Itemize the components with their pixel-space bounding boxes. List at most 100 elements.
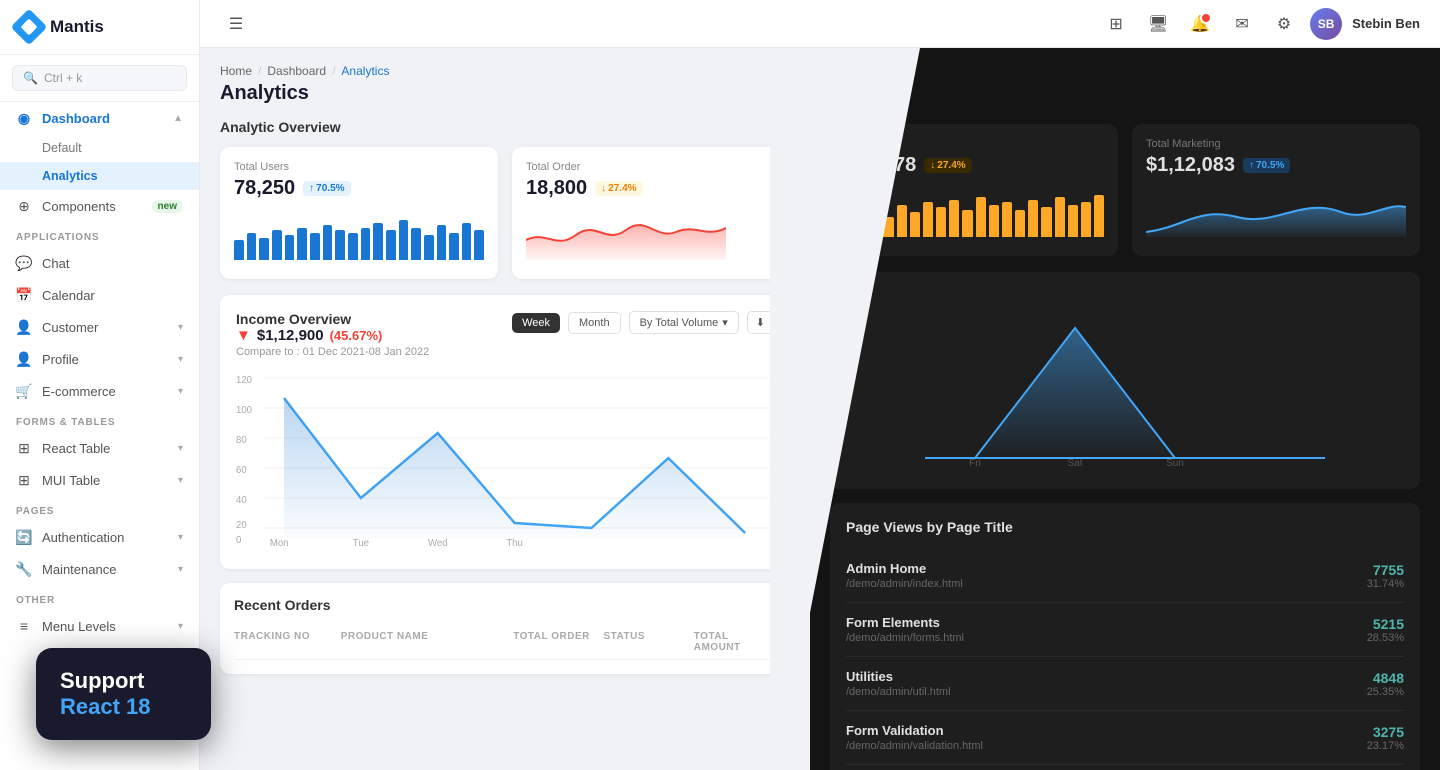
dark-stats-grid: Total Sales $35,078 ↓ 27.4% [830, 124, 1420, 256]
total-order-badge: ↓ 27.4% [595, 181, 642, 196]
sidebar-item-react-table[interactable]: ⊞ React Table ▾ [0, 432, 199, 464]
mail-icon[interactable]: ✉ [1226, 8, 1258, 40]
sales-arrow-down: ↓ [930, 160, 935, 171]
svg-text:40: 40 [236, 495, 247, 506]
pv-path-0: /demo/admin/index.html [846, 578, 963, 590]
sidebar-sub-analytics[interactable]: Analytics [0, 162, 199, 190]
income-compare: Compare to : 01 Dec 2021-08 Jan 2022 [236, 346, 429, 358]
sidebar-sub-default[interactable]: Default [0, 134, 199, 162]
avatar[interactable]: SB [1310, 8, 1342, 40]
sidebar-item-maintenance[interactable]: 🔧 Maintenance ▾ [0, 553, 199, 585]
total-users-badge: ↑ 70.5% [303, 181, 350, 196]
income-title: Income Overview [236, 311, 429, 327]
pv-left-1: Form Elements /demo/admin/forms.html [846, 615, 964, 644]
pv-name-3: Form Validation [846, 723, 983, 738]
mui-table-label: MUI Table [42, 473, 168, 488]
react-table-label: React Table [42, 441, 168, 456]
sidebar-item-profile[interactable]: 👤 Profile ▾ [0, 343, 199, 375]
support-title: Support [60, 668, 187, 694]
content-area: Home / Dashboard / Analytics Analytics A… [200, 48, 1440, 770]
arrow-down-icon: ↓ [601, 183, 606, 194]
volume-button[interactable]: By Total Volume ▾ [629, 311, 739, 334]
total-marketing-value: $1,12,083 [1146, 154, 1235, 177]
pv-count-3: 3275 [1367, 724, 1404, 740]
total-sales-badge: ↓ 27.4% [924, 158, 971, 173]
volume-label: By Total Volume [640, 317, 719, 329]
grid-icon[interactable]: ⊞ [1100, 8, 1132, 40]
breadcrumb-sep-2: / [332, 64, 335, 78]
auth-icon: 🔄 [16, 529, 32, 545]
col-total-amount: Total Amount [694, 631, 776, 653]
pv-percent-0: 31.74% [1367, 578, 1404, 590]
calendar-label: Calendar [42, 288, 183, 303]
sidebar-item-dashboard[interactable]: ◉ Dashboard ▲ [0, 102, 199, 134]
chevron-down-icon-5: ▾ [178, 475, 183, 486]
total-users-value: 78,250 [234, 177, 295, 200]
pv-count-0: 7755 [1367, 562, 1404, 578]
chat-icon: 💬 [16, 255, 32, 271]
sidebar-item-calendar[interactable]: 📅 Calendar [0, 279, 199, 311]
sidebar-item-ecommerce[interactable]: 🛒 E-commerce ▾ [0, 375, 199, 407]
search-icon: 🔍 [23, 71, 38, 85]
sidebar-item-chat[interactable]: 💬 Chat [0, 247, 199, 279]
chevron-down-icon-7: ▾ [178, 564, 183, 575]
breadcrumb-dashboard[interactable]: Dashboard [267, 64, 326, 78]
svg-text:80: 80 [236, 435, 247, 446]
total-users-badge-value: 70.5% [316, 183, 344, 194]
svg-text:100: 100 [236, 405, 253, 416]
chat-label: Chat [42, 256, 183, 271]
pv-left-0: Admin Home /demo/admin/index.html [846, 561, 963, 590]
month-button[interactable]: Month [568, 312, 621, 334]
sidebar-sub-default-label: Default [42, 141, 82, 155]
sidebar-item-components[interactable]: ⊕ Components new [0, 190, 199, 222]
maintenance-icon: 🔧 [16, 561, 32, 577]
profile-icon: 👤 [16, 351, 32, 367]
total-order-card: Total Order 18,800 ↓ 27.4% [512, 147, 790, 279]
total-marketing-badge-value: 70.5% [1256, 160, 1284, 171]
total-marketing-chart [1146, 187, 1406, 237]
sidebar-item-customer[interactable]: 👤 Customer ▾ [0, 311, 199, 343]
recent-orders-card: Recent Orders Tracking No Product Name T… [220, 583, 790, 674]
monitor-icon[interactable]: 🖥 [1142, 8, 1174, 40]
auth-label: Authentication [42, 530, 168, 545]
income-controls: Week Month By Total Volume ▾ ⬇ [512, 311, 774, 334]
chevron-up-icon: ▲ [173, 113, 183, 124]
pv-right-3: 3275 23.17% [1367, 724, 1404, 752]
total-marketing-badge: ↑ 70.5% [1243, 158, 1290, 173]
chevron-down-icon-4: ▾ [178, 443, 183, 454]
chevron-down-icon-8: ▾ [178, 621, 183, 632]
other-section-label: Other [0, 585, 199, 610]
svg-text:20: 20 [236, 520, 247, 531]
sidebar-sub-analytics-label: Analytics [42, 169, 98, 183]
total-users-label: Total Users [234, 161, 484, 173]
menu-toggle-icon[interactable]: ☰ [220, 8, 252, 40]
download-button[interactable]: ⬇ [747, 311, 774, 334]
new-badge: new [152, 200, 183, 213]
maintenance-label: Maintenance [42, 562, 168, 577]
main-area: ☰ ⊞ 🖥 🔔 ✉ ⚙ SB Stebin Ben Home / Dashboa… [200, 0, 1440, 770]
pv-count-1: 5215 [1367, 616, 1404, 632]
chevron-down-icon: ▾ [178, 322, 183, 333]
menu-levels-label: Menu Levels [42, 619, 168, 634]
customer-icon: 👤 [16, 319, 32, 335]
total-order-label: Total Order [526, 161, 776, 173]
sidebar-item-mui-table[interactable]: ⊞ MUI Table ▾ [0, 464, 199, 496]
pv-row-4: Modals /demo/admin/modals.html 3003 22.2… [846, 765, 1404, 770]
week-button[interactable]: Week [512, 313, 560, 333]
components-label: Components [42, 199, 142, 214]
stats-grid-light: Total Users 78,250 ↑ 70.5% Total Order [220, 147, 790, 279]
support-popup[interactable]: Support React 18 [36, 648, 211, 740]
income-percent: (45.67%) [330, 328, 383, 343]
chevron-down-icon-6: ▾ [178, 532, 183, 543]
sidebar-item-auth[interactable]: 🔄 Authentication ▾ [0, 521, 199, 553]
pv-row-3: Form Validation /demo/admin/validation.h… [846, 711, 1404, 765]
settings-icon[interactable]: ⚙ [1268, 8, 1300, 40]
user-name: Stebin Ben [1352, 16, 1420, 31]
sidebar-item-menu-levels[interactable]: ≡ Menu Levels ▾ [0, 610, 199, 642]
total-users-chart [234, 210, 484, 260]
breadcrumb-home[interactable]: Home [220, 64, 252, 78]
app-logo[interactable]: Mantis [0, 0, 199, 55]
search-box[interactable]: 🔍 Ctrl + k [12, 65, 187, 91]
notification-icon[interactable]: 🔔 [1184, 8, 1216, 40]
total-users-value-row: 78,250 ↑ 70.5% [234, 177, 484, 200]
